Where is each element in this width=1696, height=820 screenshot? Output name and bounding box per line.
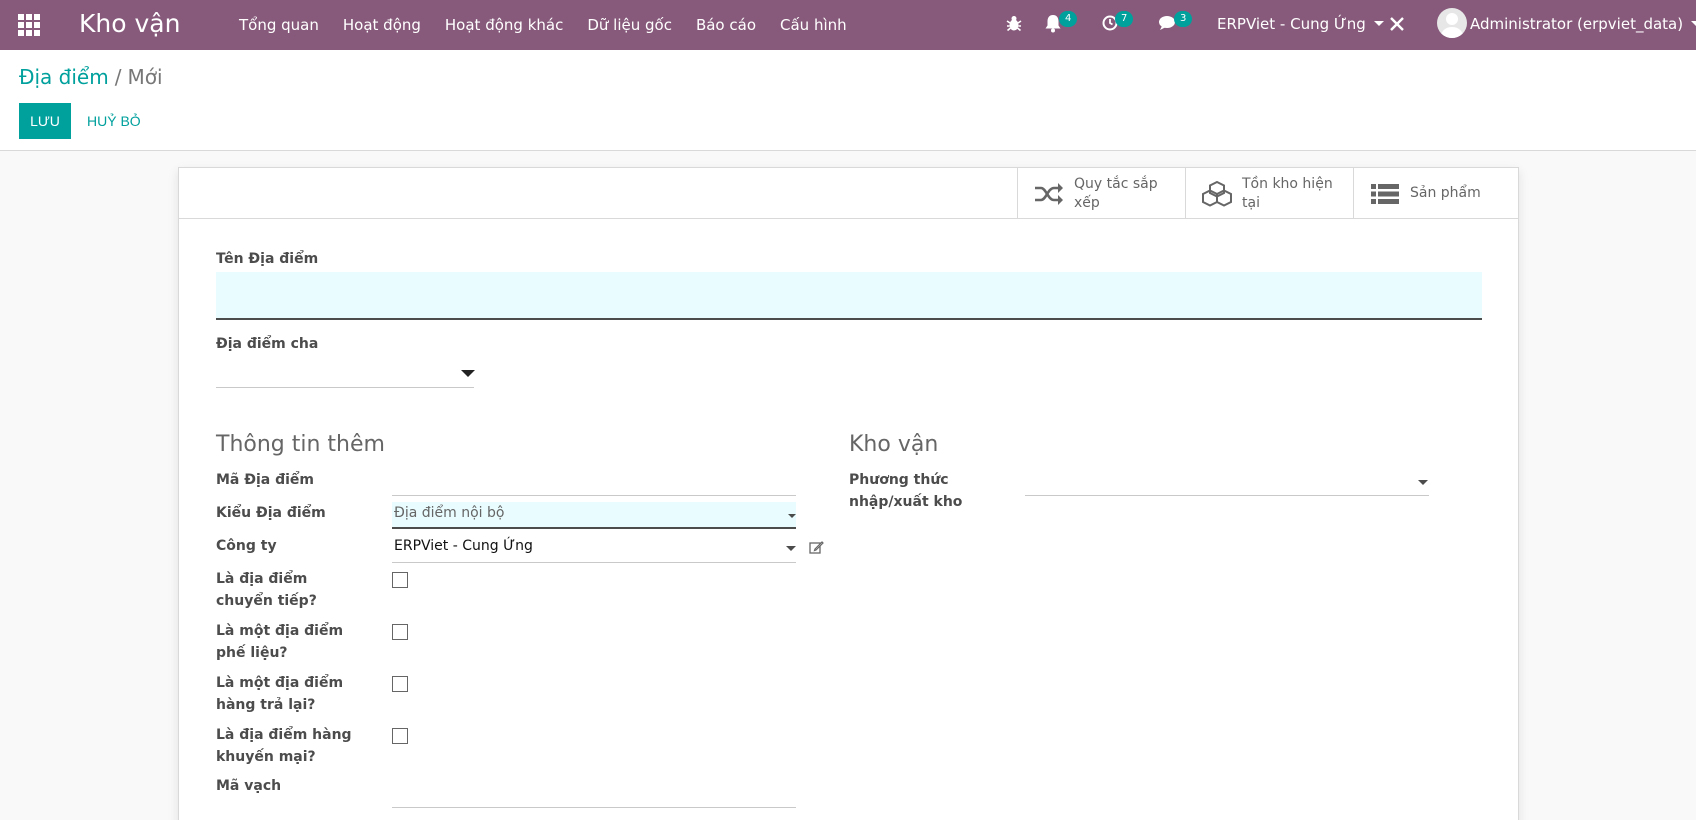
products-label: Sản phẩm — [1410, 185, 1481, 201]
promo-location-checkbox[interactable] — [392, 728, 408, 744]
main-menu: Tổng quan Hoạt động Hoạt động khác Dữ li… — [239, 0, 871, 50]
chevron-down-icon — [788, 514, 796, 518]
avatar[interactable] — [1437, 8, 1467, 38]
parent-location-label: Địa điểm cha — [216, 336, 319, 352]
chevron-down-icon — [461, 370, 475, 377]
location-type-value: Địa điểm nội bộ — [394, 505, 505, 521]
chevron-down-icon — [786, 546, 796, 551]
current-stock-label: Tồn kho hiện tại — [1242, 175, 1333, 211]
scrap-location-checkbox[interactable] — [392, 624, 408, 640]
location-type-label: Kiểu Địa điểm — [216, 505, 326, 521]
top-navbar: Kho vận Tổng quan Hoạt động Hoạt động kh… — [0, 0, 1696, 50]
scrap-location-label: Là một địa điểm phế liệu? — [216, 623, 344, 661]
chevron-down-icon — [1373, 21, 1384, 26]
return-location-label: Là một địa điểm hàng trả lại? — [216, 675, 344, 713]
form-sheet: Quy tắc sắp xếp Tồn kho hiện tại Sản phẩ… — [178, 167, 1519, 820]
transit-location-checkbox[interactable] — [392, 572, 408, 588]
breadcrumb-parent[interactable]: Địa điểm — [19, 65, 109, 89]
external-edit-icon[interactable] — [809, 540, 825, 556]
products-button[interactable]: Sản phẩm — [1353, 168, 1521, 219]
putaway-rules-label: Quy tắc sắp xếp — [1074, 175, 1158, 211]
activities-badge: 7 — [1115, 11, 1134, 27]
control-panel: Địa điểm / Mới LƯU HUỶ BỎ — [0, 50, 1696, 151]
company-switcher-label: ERPViet - Cung Ứng — [1217, 15, 1366, 33]
user-menu[interactable]: Administrator (erpviet_data) — [1470, 15, 1696, 33]
location-type-select[interactable]: Địa điểm nội bộ — [392, 502, 796, 529]
location-code-input[interactable] — [392, 469, 796, 496]
current-stock-button[interactable]: Tồn kho hiện tại — [1185, 168, 1353, 219]
company-label: Công ty — [216, 538, 277, 554]
company-value: ERPViet - Cung Ứng — [394, 538, 533, 554]
putaway-rules-button[interactable]: Quy tắc sắp xếp — [1017, 168, 1185, 219]
menu-item-overview[interactable]: Tổng quan — [239, 16, 319, 34]
menu-item-operations[interactable]: Hoạt động — [343, 16, 421, 34]
removal-strategy-select[interactable] — [1025, 469, 1429, 496]
breadcrumb-separator: / — [114, 65, 122, 89]
chevron-down-icon — [1418, 480, 1428, 485]
company-select[interactable]: ERPViet - Cung Ứng — [392, 535, 796, 563]
user-name: Administrator (erpviet_data) — [1470, 15, 1684, 33]
apps-menu-icon[interactable] — [18, 14, 40, 36]
breadcrumb: Địa điểm / Mới — [19, 65, 163, 89]
location-name-label: Tên Địa điểm — [216, 251, 319, 267]
menu-item-configuration[interactable]: Cấu hình — [780, 16, 847, 34]
return-location-checkbox[interactable] — [392, 676, 408, 692]
company-switcher[interactable]: ERPViet - Cung Ứng — [1217, 15, 1384, 33]
promo-location-label: Là địa điểm hàng khuyến mại? — [216, 727, 352, 765]
section-additional-info: Thông tin thêm — [216, 432, 385, 457]
chevron-down-icon — [1691, 21, 1696, 26]
location-code-label: Mã Địa điểm — [216, 472, 315, 488]
app-brand: Kho vận — [79, 9, 181, 38]
removal-strategy-label: Phương thức nhập/xuất kho — [849, 472, 963, 510]
menu-item-reports[interactable]: Báo cáo — [696, 16, 756, 34]
barcode-input[interactable] — [392, 775, 796, 808]
breadcrumb-current: Mới — [127, 65, 163, 89]
section-logistics: Kho vận — [849, 432, 939, 457]
close-icon[interactable] — [1388, 12, 1406, 40]
location-name-input[interactable] — [216, 272, 1482, 320]
save-button[interactable]: LƯU — [19, 103, 71, 139]
list-icon — [1371, 183, 1399, 204]
notifications-badge: 4 — [1059, 11, 1078, 27]
barcode-label: Mã vạch — [216, 778, 282, 794]
menu-item-other-operations[interactable]: Hoạt động khác — [445, 16, 563, 34]
transit-location-label: Là địa điểm chuyển tiếp? — [216, 571, 317, 609]
cubes-icon — [1202, 180, 1232, 207]
messages-badge: 3 — [1174, 11, 1193, 27]
discard-button[interactable]: HUỶ BỎ — [82, 103, 146, 139]
parent-location-select[interactable] — [216, 358, 475, 388]
smart-button-box: Quy tắc sắp xếp Tồn kho hiện tại Sản phẩ… — [179, 168, 1518, 219]
menu-item-master-data[interactable]: Dữ liệu gốc — [587, 16, 672, 34]
shuffle-icon — [1035, 182, 1063, 205]
debug-bug-icon[interactable] — [1006, 14, 1022, 37]
